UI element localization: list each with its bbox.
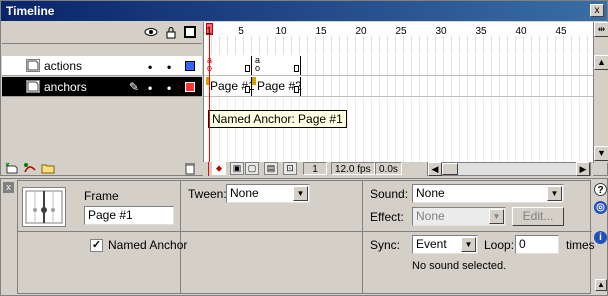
eye-icon[interactable] bbox=[144, 26, 158, 39]
horizontal-scrollbar[interactable]: ◀ ▶ bbox=[427, 162, 591, 176]
frame-heading: Frame bbox=[84, 189, 119, 203]
layer-icon bbox=[26, 80, 40, 93]
lock-dot[interactable]: • bbox=[167, 60, 171, 74]
delete-layer-icon[interactable] bbox=[182, 162, 198, 176]
effect-label: Effect: bbox=[370, 210, 404, 224]
frame-ruler[interactable]: 1 5 10 15 20 25 30 35 40 45 bbox=[204, 22, 593, 55]
center-frame-icon[interactable]: ⬥ bbox=[212, 162, 226, 175]
layer-row-actions[interactable]: actions • • bbox=[2, 56, 202, 76]
modify-onion-markers-icon[interactable]: ⊡ bbox=[283, 162, 297, 175]
scroll-right-icon[interactable]: ▶ bbox=[576, 162, 590, 176]
playhead-line bbox=[208, 162, 209, 176]
timeline-title[interactable]: Timeline bbox=[1, 1, 607, 21]
sync-select[interactable]: Event ▼ bbox=[412, 235, 478, 254]
lock-icon[interactable] bbox=[164, 26, 178, 39]
edit-multiple-frames-icon[interactable]: ▤ bbox=[264, 162, 278, 175]
chevron-down-icon[interactable]: ▼ bbox=[293, 186, 308, 201]
named-anchor-label[interactable]: Named Anchor bbox=[108, 238, 187, 252]
close-icon[interactable]: x bbox=[590, 4, 604, 17]
edit-button[interactable]: Edit... bbox=[512, 207, 564, 226]
visibility-dot[interactable]: • bbox=[148, 81, 152, 95]
sound-status: No sound selected. bbox=[412, 260, 507, 272]
timeline-panel: Timeline x actions • • anchors ✎ • • 1 5… bbox=[0, 0, 608, 176]
sync-label: Sync: bbox=[370, 238, 401, 252]
layer-list-empty bbox=[2, 98, 202, 163]
playhead-line bbox=[209, 34, 210, 162]
sync-value: Event bbox=[416, 237, 447, 251]
chevron-down-icon[interactable]: ▼ bbox=[547, 186, 562, 201]
layer-color-swatch[interactable] bbox=[185, 61, 195, 71]
sound-label: Sound: bbox=[370, 187, 409, 201]
ruler-frames bbox=[204, 36, 593, 55]
frame-view-menu-icon[interactable]: ⇹ bbox=[594, 22, 608, 37]
help-icon[interactable]: ? bbox=[594, 183, 607, 196]
pencil-icon: ✎ bbox=[129, 80, 140, 94]
chevron-down-icon[interactable]: ▼ bbox=[461, 237, 476, 252]
divider bbox=[180, 181, 181, 293]
frame-end-marker bbox=[245, 65, 250, 72]
insert-folder-icon[interactable] bbox=[40, 162, 56, 176]
onion-skin-outlines-icon[interactable]: ▢ bbox=[245, 162, 259, 175]
named-anchor-checkbox[interactable]: ✓ bbox=[90, 239, 103, 252]
properties-inner: Frame Page #1 Tween: None ▼ ✓ Named Anch… bbox=[17, 180, 595, 294]
frame-end-marker bbox=[294, 86, 299, 93]
elapsed-time: 0.0s bbox=[375, 162, 402, 175]
scroll-left-icon[interactable]: ◀ bbox=[428, 162, 442, 176]
vertical-scrollbar[interactable]: ⇹ ▲ ▼ bbox=[593, 22, 608, 163]
frame-row-actions[interactable]: a o a o bbox=[204, 55, 593, 76]
sound-value: None bbox=[416, 186, 445, 200]
current-frame: 1 bbox=[303, 162, 327, 175]
layer-header bbox=[2, 22, 202, 44]
timeline-status-bar: ⬥ ▣ ▢ ▤ ⊡ 1 12.0 fps 0.0s ◀ ▶ bbox=[203, 162, 593, 176]
layer-footer bbox=[2, 161, 202, 177]
code-hint-icon[interactable]: ◎ bbox=[594, 201, 607, 214]
times-label: times bbox=[566, 238, 595, 252]
expand-icon[interactable]: ▲ bbox=[595, 279, 607, 291]
loop-input[interactable]: 0 bbox=[515, 235, 559, 254]
outline-icon[interactable] bbox=[183, 26, 197, 39]
chevron-down-icon[interactable]: ▼ bbox=[489, 209, 504, 224]
layer-name[interactable]: anchors bbox=[44, 80, 87, 94]
accessibility-icon[interactable]: i bbox=[594, 231, 607, 244]
divider bbox=[362, 181, 363, 293]
scroll-thumb[interactable] bbox=[442, 163, 458, 175]
effect-value: None bbox=[416, 209, 445, 223]
layer-name[interactable]: actions bbox=[44, 59, 82, 73]
loop-label: Loop: bbox=[484, 238, 515, 252]
insert-layer-icon[interactable] bbox=[4, 162, 20, 176]
anchor-flag-icon bbox=[252, 77, 256, 85]
frame-label-input[interactable]: Page #1 bbox=[84, 206, 174, 225]
frame-end-marker bbox=[245, 86, 250, 93]
tween-value: None bbox=[230, 186, 259, 200]
frame-thumbnail-icon bbox=[22, 187, 66, 227]
collapse-icon[interactable]: x bbox=[3, 182, 14, 193]
frames-area[interactable]: 1 5 10 15 20 25 30 35 40 45 a o a o bbox=[203, 22, 593, 162]
layer-color-swatch[interactable] bbox=[185, 82, 195, 92]
properties-panel: x Frame Page #1 Tween: None ▼ ✓ Named An… bbox=[0, 178, 608, 296]
lock-dot[interactable]: • bbox=[167, 81, 171, 95]
tween-label: Tween: bbox=[188, 187, 227, 201]
keyframe-dot: o bbox=[255, 63, 261, 73]
frames-empty[interactable] bbox=[204, 98, 593, 162]
add-motion-guide-icon[interactable] bbox=[22, 162, 38, 176]
frame-rate[interactable]: 12.0 fps bbox=[331, 162, 375, 175]
scroll-down-icon[interactable]: ▼ bbox=[594, 146, 608, 161]
sound-select[interactable]: None ▼ bbox=[412, 184, 564, 203]
onion-skin-icon[interactable]: ▣ bbox=[230, 162, 244, 175]
tween-select[interactable]: None ▼ bbox=[226, 184, 310, 203]
frame-row-anchors[interactable]: Page #1 Page #2 bbox=[204, 77, 593, 97]
scroll-up-icon[interactable]: ▲ bbox=[594, 55, 608, 70]
layer-icon bbox=[26, 59, 40, 72]
divider bbox=[18, 231, 592, 232]
visibility-dot[interactable]: • bbox=[148, 60, 152, 74]
layer-row-anchors[interactable]: anchors ✎ • • bbox=[2, 77, 202, 97]
tooltip: Named Anchor: Page #1 bbox=[208, 110, 347, 128]
effect-select[interactable]: None ▼ bbox=[412, 207, 506, 226]
frame-end-marker bbox=[294, 65, 299, 72]
